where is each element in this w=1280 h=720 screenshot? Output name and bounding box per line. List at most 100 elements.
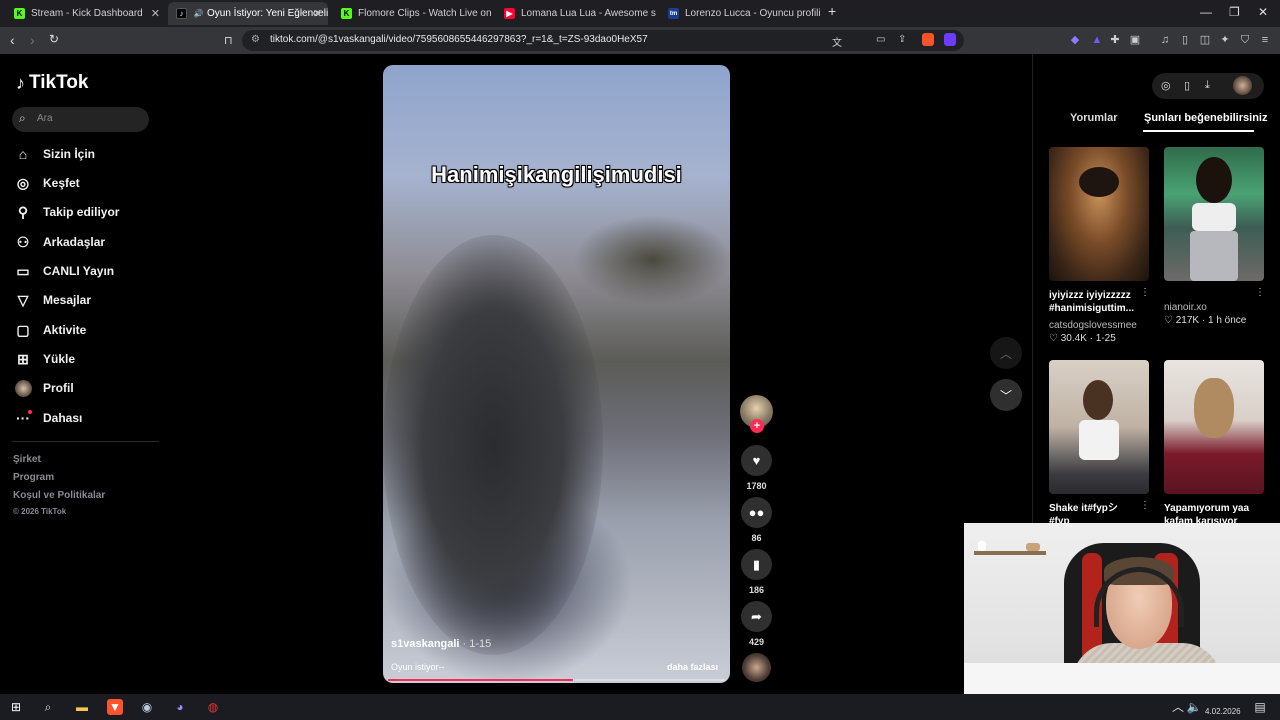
like-button[interactable]: ♥ bbox=[741, 445, 772, 476]
sidebar-item-following[interactable]: ⚲ Takip ediliyor bbox=[14, 200, 120, 224]
taskbar-date[interactable]: 4.02.2026 bbox=[1205, 707, 1241, 716]
tab-you-may-like[interactable]: Şunları beğenebilirsiniz bbox=[1144, 112, 1267, 124]
sidebar-item-friends[interactable]: ⚇ Arkadaşlar bbox=[14, 230, 105, 254]
follow-plus-icon[interactable]: + bbox=[750, 419, 764, 433]
cast-icon[interactable]: ▭ bbox=[876, 34, 885, 45]
forward-icon[interactable]: › bbox=[30, 32, 35, 48]
tray-chevron-icon[interactable]: ︿ bbox=[1170, 699, 1186, 715]
tiktok-logo[interactable]: ♪ TikTok bbox=[16, 72, 88, 94]
wallet2-icon[interactable]: ◫ bbox=[1198, 33, 1212, 47]
file-explorer-icon[interactable]: ▬ bbox=[74, 699, 90, 715]
extension-icon[interactable]: ▲ bbox=[1090, 33, 1104, 47]
translate-icon[interactable]: 文 bbox=[832, 34, 842, 49]
like-count: 30.4K bbox=[1060, 333, 1087, 344]
sidebar-item-live[interactable]: ▭ CANLI Yayın bbox=[14, 259, 114, 283]
menu-icon[interactable]: ≡ bbox=[1258, 33, 1272, 47]
kick-icon: K bbox=[14, 8, 25, 19]
share-icon[interactable]: ⇪ bbox=[898, 34, 906, 45]
search-icon[interactable]: ⌕ bbox=[40, 699, 56, 715]
footer-link-company[interactable]: Şirket bbox=[13, 454, 41, 465]
restore-icon[interactable]: ❐ bbox=[1229, 5, 1240, 19]
sidebar-item-for-you[interactable]: ⌂ Sizin İçin bbox=[14, 142, 95, 166]
sidebar-item-more[interactable]: ··· Dahası bbox=[14, 406, 82, 430]
minimize-icon[interactable]: — bbox=[1200, 5, 1212, 19]
menu-label: Sizin İçin bbox=[43, 147, 96, 161]
suggestion-thumbnail[interactable] bbox=[1049, 147, 1149, 281]
copyright: © 2026 TikTok bbox=[13, 507, 67, 516]
reload-icon[interactable]: ↻ bbox=[49, 32, 59, 46]
url-text[interactable]: tiktok.com/@s1vaskangali/video/759560865… bbox=[270, 34, 648, 45]
media-icon[interactable]: ♫ bbox=[1158, 33, 1172, 47]
window-close-icon[interactable]: ✕ bbox=[1258, 5, 1268, 19]
suggestion-thumbnail[interactable] bbox=[1164, 360, 1264, 494]
browser-tab[interactable]: K Flomore Clips - Watch Live on Kick bbox=[333, 2, 493, 25]
discord-icon[interactable]: ◕ bbox=[172, 699, 188, 715]
browser-tab[interactable]: ▶ Lomana Lua Lua - Awesome skills & bbox=[496, 2, 656, 25]
music-disc-icon[interactable] bbox=[742, 653, 771, 682]
wall-shelf bbox=[974, 551, 1046, 555]
suggestion-user[interactable]: catsdogslovessmee bbox=[1049, 320, 1137, 331]
suggestion-stats: ♡ 30.4K · 1-25 bbox=[1049, 333, 1116, 344]
author-name[interactable]: s1vaskangali bbox=[391, 638, 460, 650]
sidebar-toggle-icon[interactable]: ▯ bbox=[1178, 33, 1192, 47]
suggestion-thumbnail[interactable] bbox=[1164, 147, 1264, 281]
bookmark-icon[interactable]: ⊓ bbox=[224, 34, 233, 47]
address-bar[interactable]: ⚙ tiktok.com/@s1vaskangali/video/7595608… bbox=[242, 30, 964, 51]
tab-title: Lorenzo Lucca - Oyuncu profili 25/26 bbox=[685, 8, 820, 19]
youtube-icon: ▶ bbox=[504, 8, 515, 19]
brave-browser-icon[interactable]: ▼ bbox=[107, 699, 123, 715]
suggestion-title[interactable]: iyiyizzz iyiyizzzzz #hanimisiguttim... bbox=[1049, 289, 1139, 315]
site-info-icon[interactable]: ⚙ bbox=[251, 34, 260, 45]
close-icon[interactable]: ✕ bbox=[151, 7, 160, 20]
vpn-shield-icon[interactable]: ⛉ bbox=[1238, 33, 1252, 47]
brave-shields-icon[interactable] bbox=[922, 33, 934, 46]
notification-icon[interactable]: ▤ bbox=[1252, 699, 1268, 715]
windows-start-icon[interactable]: ⊞ bbox=[8, 699, 24, 715]
extension-icon[interactable]: ◆ bbox=[1068, 33, 1082, 47]
browser-tab-active[interactable]: ♪ 🔊 Oyun İstiyor: Yeni Eğlenceli A ✕ bbox=[168, 2, 328, 25]
back-icon[interactable]: ‹ bbox=[10, 32, 15, 48]
divider bbox=[12, 441, 159, 442]
user-avatar[interactable] bbox=[1233, 76, 1252, 95]
compass-icon[interactable]: ◎ bbox=[1161, 79, 1171, 92]
speaker-icon[interactable]: 🔊 bbox=[193, 8, 204, 19]
steam-icon[interactable]: ◉ bbox=[139, 699, 155, 715]
next-video-button[interactable]: ﹀ bbox=[990, 379, 1022, 411]
video-progress-bar[interactable] bbox=[388, 679, 725, 681]
footer-link-program[interactable]: Program bbox=[13, 472, 54, 483]
previous-video-button[interactable]: ︿ bbox=[990, 337, 1022, 369]
video-author[interactable]: s1vaskangali · 1-15 bbox=[391, 638, 491, 650]
wallet-icon[interactable]: ▣ bbox=[1128, 33, 1142, 47]
mobile-icon[interactable]: ▯ bbox=[1184, 79, 1190, 92]
sidebar-item-upload[interactable]: ⊞ Yükle bbox=[14, 347, 75, 371]
leo-ai-icon[interactable]: ✦ bbox=[1218, 33, 1232, 47]
sidebar-item-activity[interactable]: ▢ Aktivite bbox=[14, 318, 86, 342]
brave-rewards-icon[interactable] bbox=[944, 33, 956, 46]
search-input[interactable]: ⌕ Ara bbox=[12, 107, 149, 132]
logo-text: TikTok bbox=[29, 72, 89, 93]
obs-icon[interactable]: ◍ bbox=[205, 699, 221, 715]
tab-comments[interactable]: Yorumlar bbox=[1070, 112, 1117, 124]
browser-tab[interactable]: tm Lorenzo Lucca - Oyuncu profili 25/26 bbox=[660, 2, 820, 25]
more-button[interactable]: daha fazlası bbox=[667, 662, 718, 672]
extensions-puzzle-icon[interactable]: ✚ bbox=[1108, 33, 1122, 47]
download-icon[interactable]: ⤓ bbox=[1205, 79, 1210, 92]
new-tab-icon[interactable]: + bbox=[828, 3, 836, 19]
suggestion-thumbnail[interactable] bbox=[1049, 360, 1149, 494]
bookmark-button[interactable]: ▮ bbox=[741, 549, 772, 580]
volume-icon[interactable]: 🔈 bbox=[1186, 699, 1202, 715]
sidebar-item-messages[interactable]: ▽ Mesajlar bbox=[14, 288, 91, 312]
footer-link-terms[interactable]: Koşul ve Politikalar bbox=[13, 490, 105, 501]
video-player[interactable]: Hanimişikangilişimudisi s1vaskangali · 1… bbox=[383, 65, 730, 683]
comment-button[interactable]: ●● bbox=[741, 497, 772, 528]
suggestion-user[interactable]: nianoir.xo bbox=[1164, 302, 1207, 313]
more-options-icon[interactable]: ⋮ bbox=[1140, 287, 1150, 298]
more-options-icon[interactable]: ⋮ bbox=[1255, 287, 1265, 298]
more-options-icon[interactable]: ⋮ bbox=[1140, 500, 1150, 511]
sidebar-item-explore[interactable]: ◎ Keşfet bbox=[14, 171, 80, 195]
search-icon: ⌕ bbox=[19, 111, 26, 125]
sidebar-item-profile[interactable]: Profil bbox=[14, 376, 74, 400]
close-icon[interactable]: ✕ bbox=[313, 7, 322, 20]
browser-tab[interactable]: K Stream - Kick Dashboard ✕ bbox=[6, 2, 166, 25]
share-button[interactable]: ➦ bbox=[741, 601, 772, 632]
